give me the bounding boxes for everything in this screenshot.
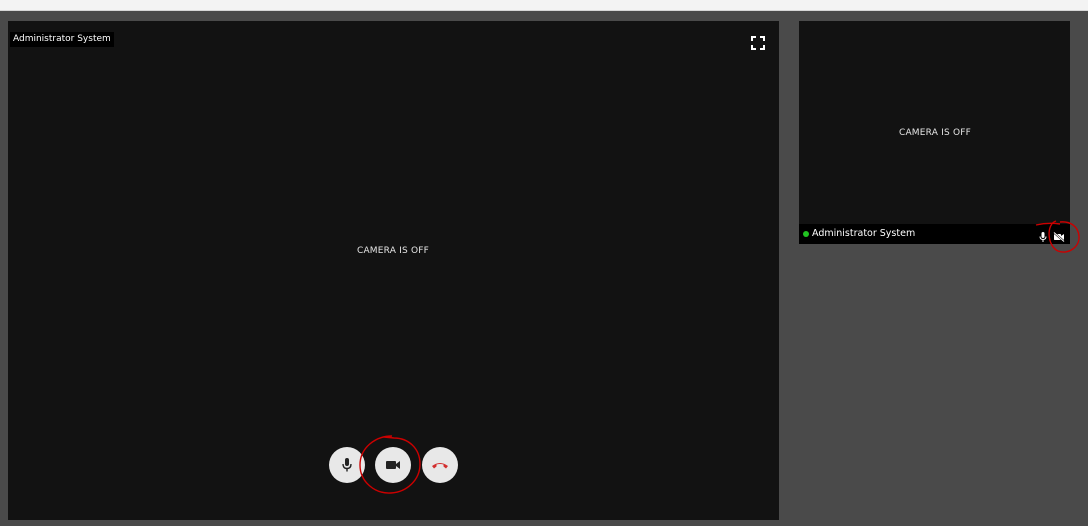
fullscreen-button[interactable]	[750, 35, 766, 51]
main-video-tile: Administrator System CAMERA IS OFF	[8, 21, 779, 520]
toggle-camera-button[interactable]	[375, 447, 411, 483]
main-participant-name: Administrator System	[10, 32, 114, 47]
phone-hangup-icon	[432, 463, 448, 469]
hang-up-button[interactable]	[422, 447, 458, 483]
mic-icon	[342, 458, 352, 472]
main-camera-off-text: CAMERA IS OFF	[356, 246, 430, 256]
self-camera-button[interactable]	[1053, 228, 1065, 243]
self-participant-name: Administrator System	[812, 228, 916, 239]
self-mic-button[interactable]	[1037, 228, 1049, 242]
fullscreen-icon	[751, 36, 765, 50]
online-status-dot	[803, 231, 809, 237]
video-camera-icon	[386, 461, 400, 469]
camera-off-icon	[1053, 231, 1065, 243]
self-view-bar: Administrator System	[799, 224, 1070, 244]
mic-icon	[1039, 232, 1047, 242]
self-camera-off-text: CAMERA IS OFF	[898, 128, 972, 138]
mute-mic-button[interactable]	[329, 447, 365, 483]
self-view-tile: CAMERA IS OFF Administrator System	[799, 21, 1070, 244]
browser-top-strip	[0, 0, 1088, 11]
